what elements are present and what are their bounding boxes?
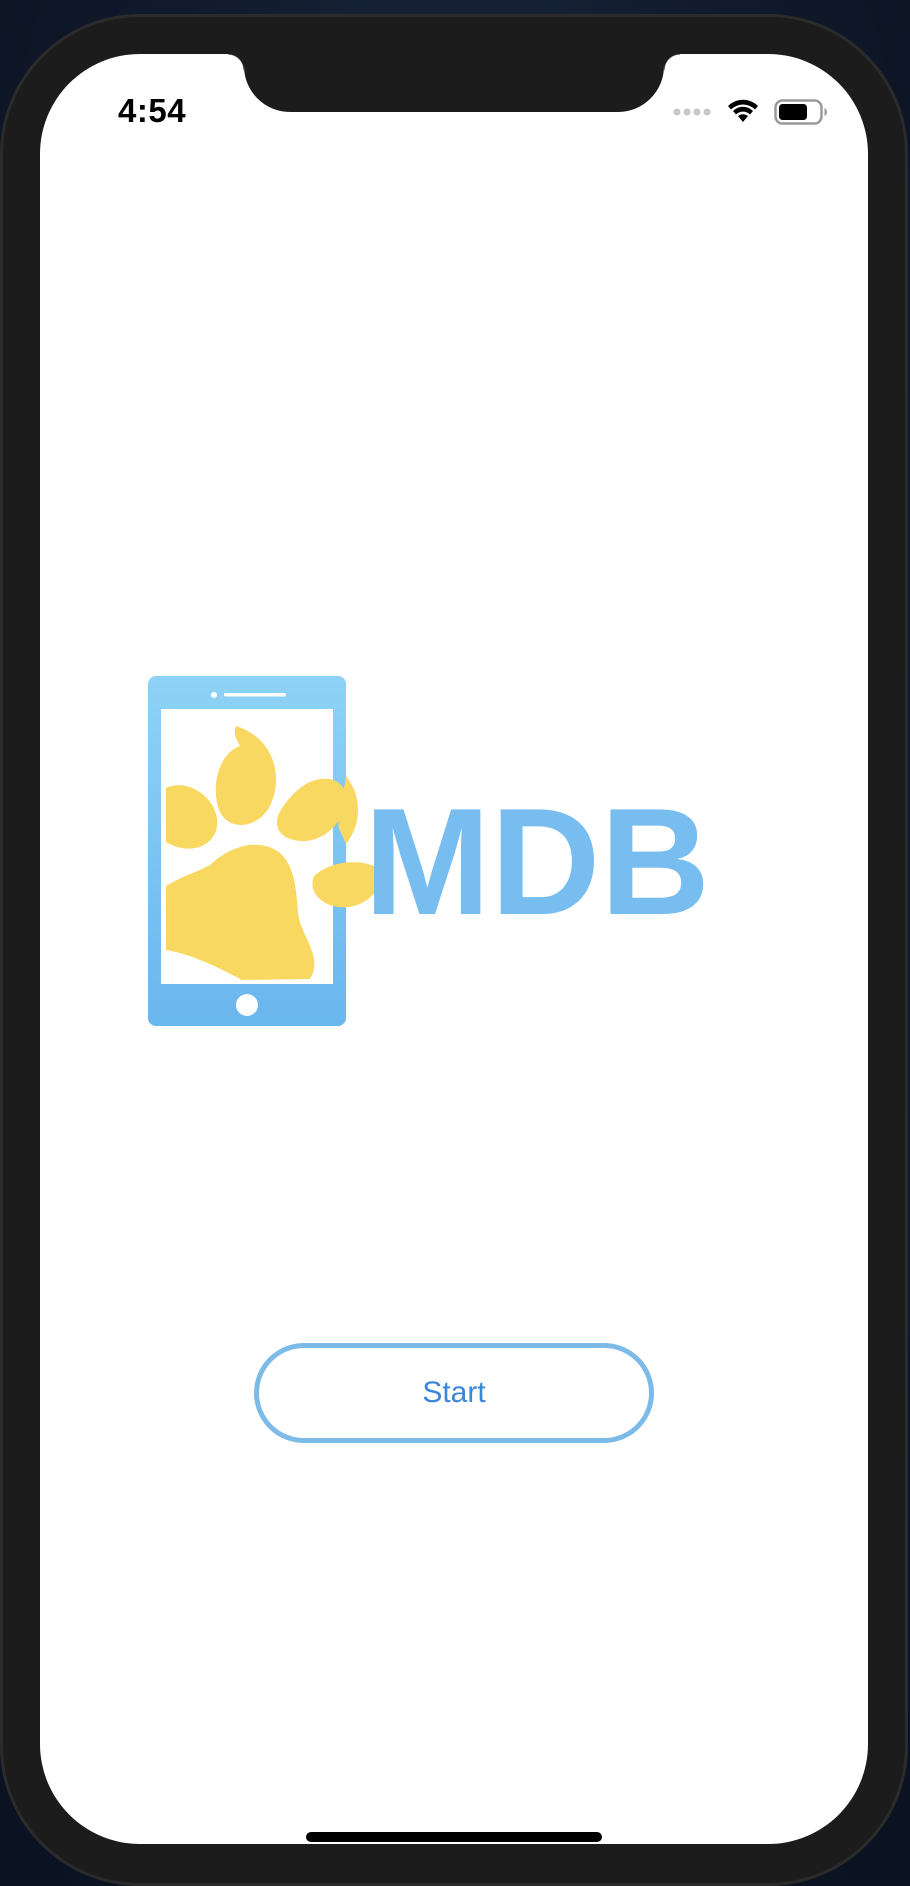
- wordmark-letters: MDB: [364, 777, 710, 947]
- phone-screen: 4:54 MDB Start: [40, 54, 868, 1844]
- cellular-signal-icon: [673, 108, 711, 116]
- wifi-icon: [728, 99, 758, 122]
- phone-frame: 4:54 MDB Start: [0, 14, 908, 1886]
- notch: [228, 54, 680, 112]
- phone-paw-icon: [148, 676, 388, 1026]
- mdb-logo: MDB: [148, 676, 710, 1026]
- wordmark-text: MDB: [364, 777, 710, 947]
- battery-icon: [774, 99, 827, 125]
- status-icons: [672, 98, 828, 126]
- status-time: 4:54: [118, 92, 187, 129]
- start-button-label: Start: [422, 1376, 486, 1409]
- start-button[interactable]: Start: [254, 1343, 654, 1443]
- home-indicator[interactable]: [306, 1832, 602, 1842]
